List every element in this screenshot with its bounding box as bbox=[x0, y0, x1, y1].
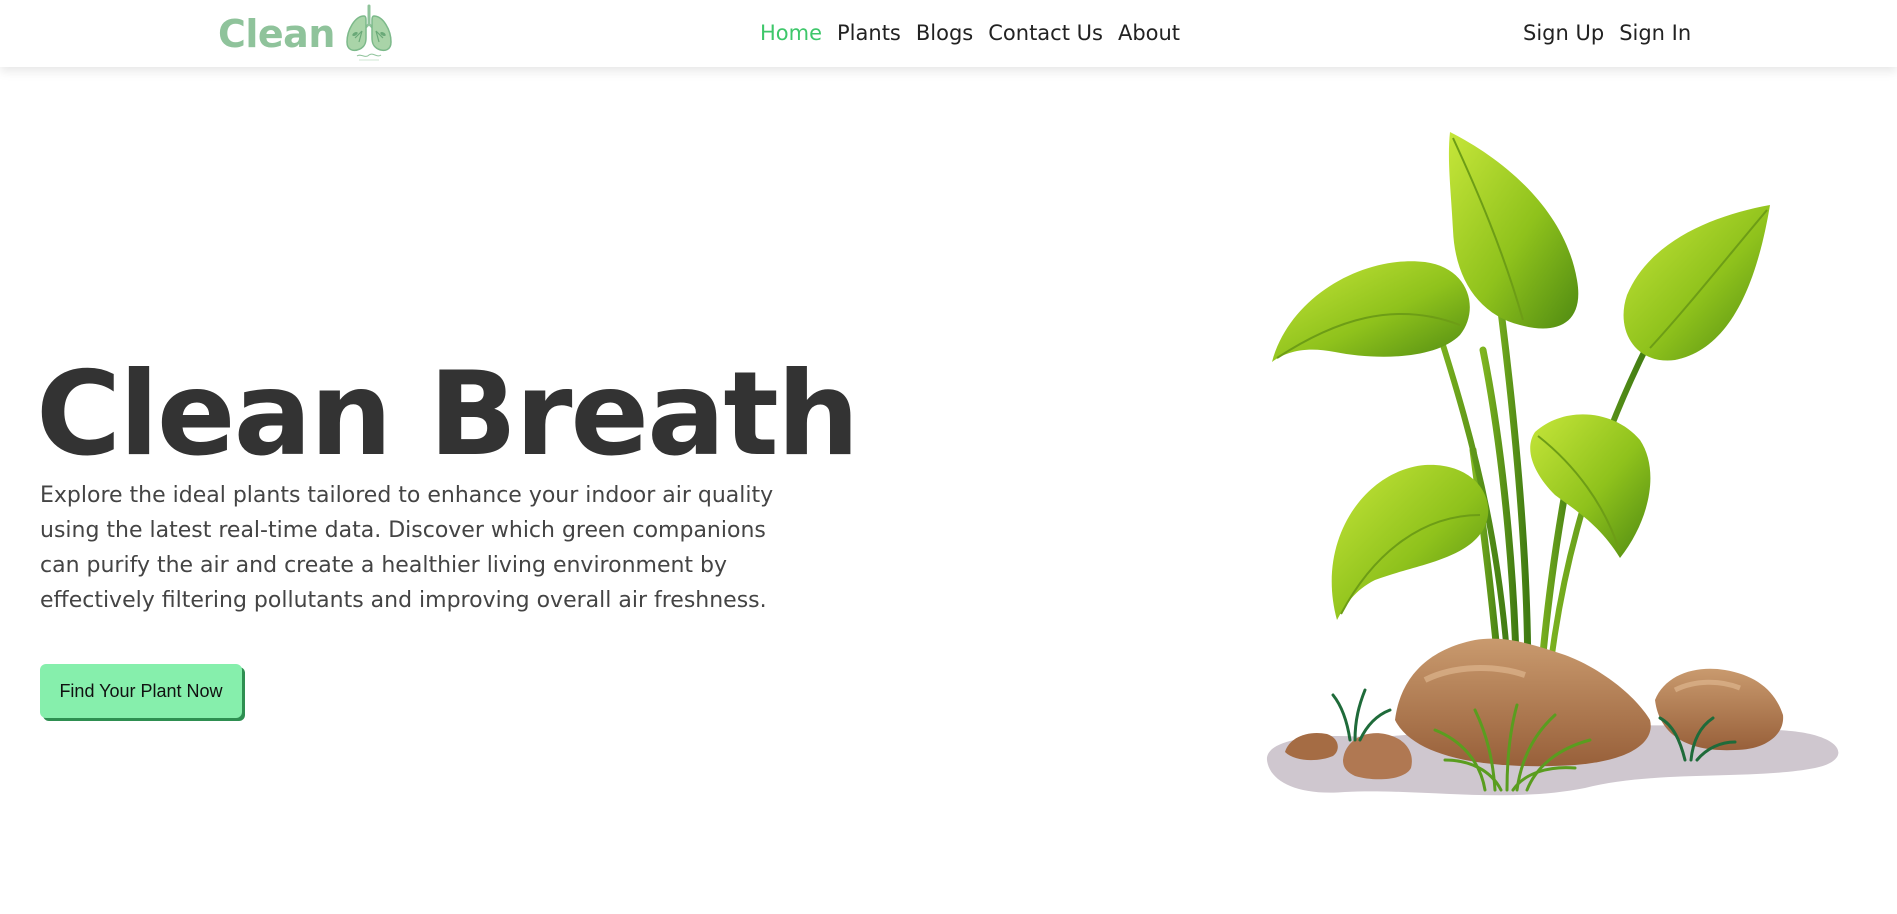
main-nav: Home Plants Blogs Contact Us About bbox=[760, 17, 1195, 49]
logo-text: Clean bbox=[218, 12, 335, 56]
nav-link-blogs[interactable]: Blogs bbox=[916, 17, 973, 49]
top-navbar: Clean Home Plants Blogs Contact Us About… bbox=[0, 0, 1897, 67]
logo-link[interactable]: Clean bbox=[218, 4, 395, 64]
sign-in-link[interactable]: Sign In bbox=[1619, 17, 1691, 49]
auth-links: Sign Up Sign In bbox=[1523, 17, 1706, 49]
lungs-icon bbox=[346, 4, 392, 61]
nav-link-plants[interactable]: Plants bbox=[837, 17, 901, 49]
plant-on-rocks-illustration bbox=[1266, 132, 1839, 796]
nav-link-contact-us[interactable]: Contact Us bbox=[988, 17, 1103, 49]
hero-description: Explore the ideal plants tailored to enh… bbox=[40, 483, 774, 613]
nav-link-about[interactable]: About bbox=[1118, 17, 1180, 49]
nav-link-home[interactable]: Home bbox=[760, 17, 822, 49]
hero-title: Clean Breath bbox=[36, 347, 859, 482]
find-your-plant-button[interactable]: Find Your Plant Now bbox=[40, 664, 242, 718]
sign-up-link[interactable]: Sign Up bbox=[1523, 17, 1604, 49]
